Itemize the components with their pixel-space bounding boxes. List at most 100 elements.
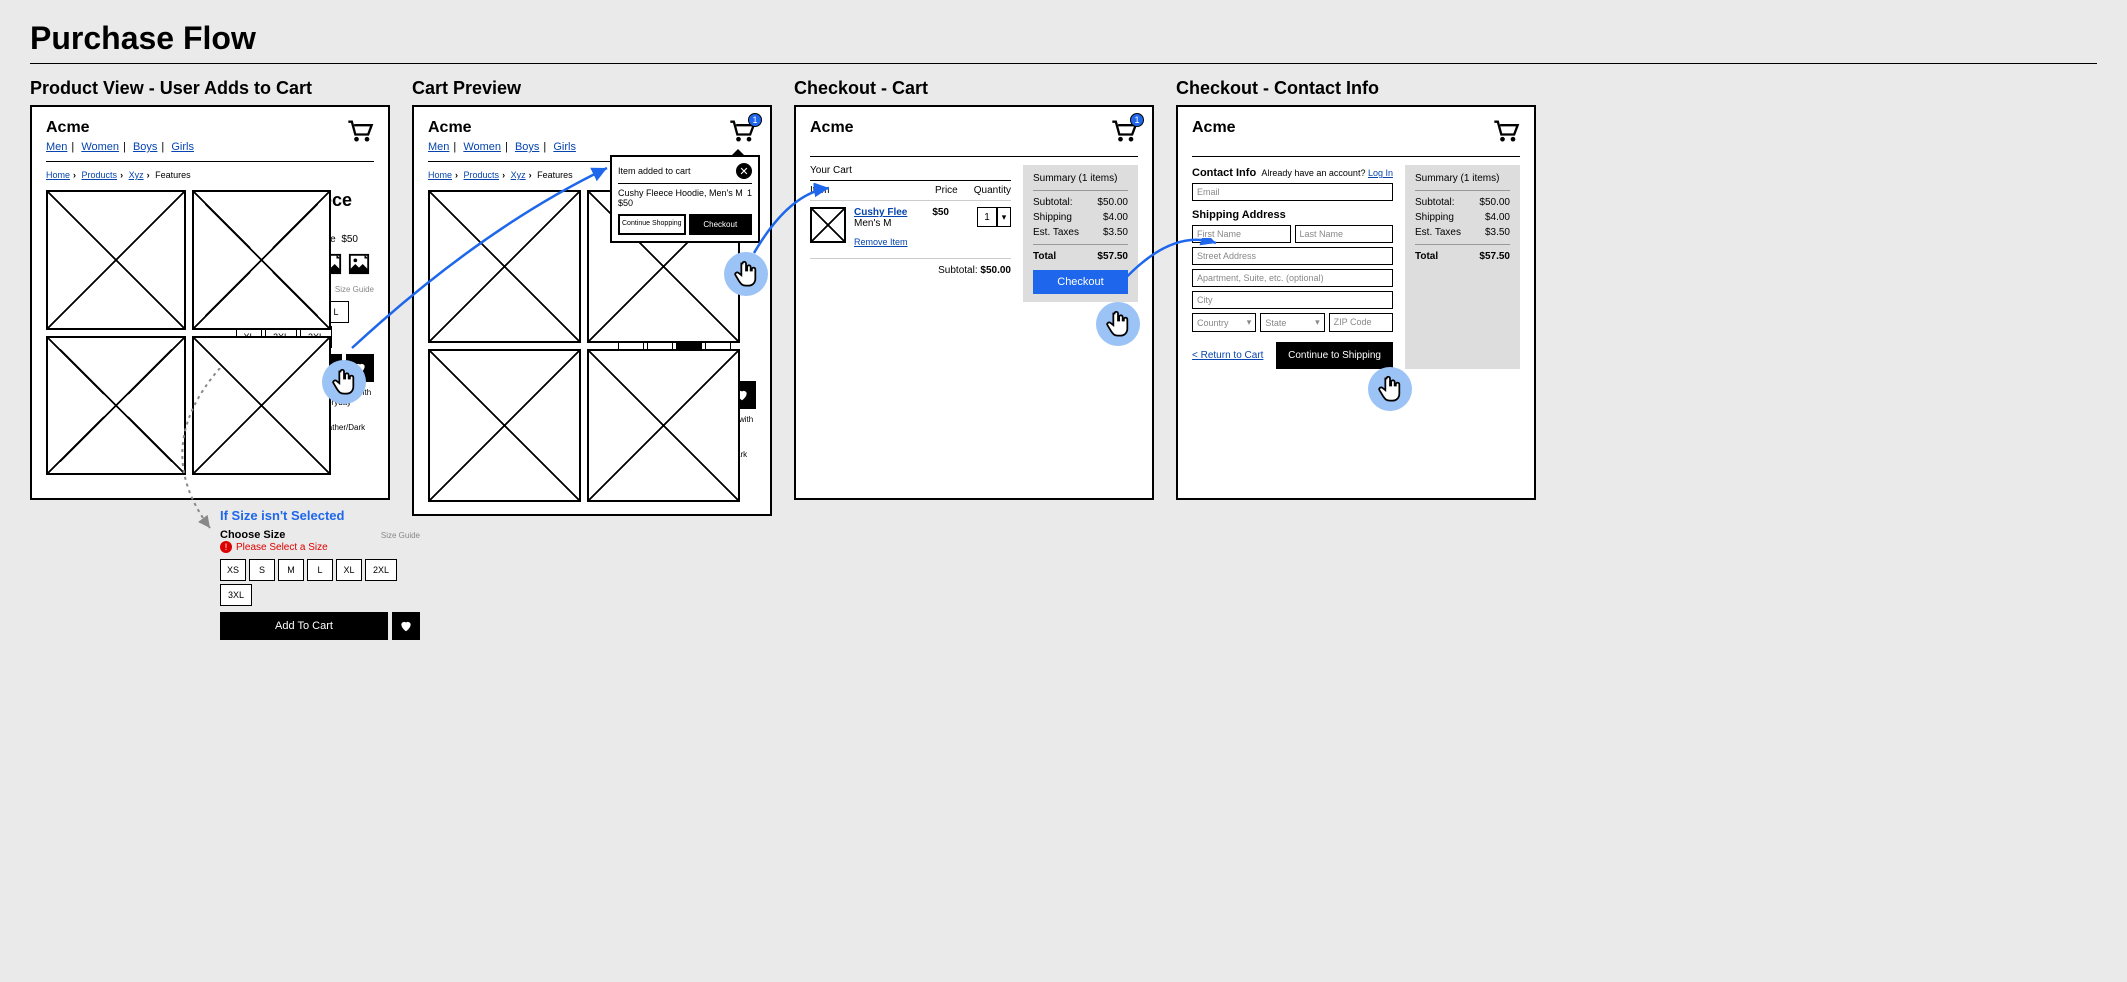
crumb-products[interactable]: Products — [82, 170, 118, 180]
continue-shipping-button[interactable]: Continue to Shipping — [1276, 342, 1393, 369]
popover-price: $50 — [618, 198, 752, 208]
shipping-label: Shipping Address — [1192, 209, 1393, 221]
size-2xl[interactable]: 2XL — [365, 559, 397, 581]
continue-shopping-button[interactable]: Continue Shopping — [618, 214, 686, 235]
contact-info-label: Contact Info — [1192, 167, 1256, 179]
hand-cursor-icon — [724, 252, 768, 296]
login-line: Already have an account? Log In — [1261, 168, 1393, 178]
heart-icon — [399, 619, 413, 633]
cart-popover: Item added to cart ✕ Cushy Fleece Hoodie… — [610, 155, 760, 243]
login-link[interactable]: Log In — [1368, 168, 1393, 178]
cart-item-link[interactable]: Cushy Flee — [854, 207, 907, 218]
image-placeholder[interactable] — [810, 207, 846, 243]
cart-icon[interactable]: 1 — [728, 119, 756, 148]
nav-girls[interactable]: Girls — [171, 141, 194, 153]
state-select[interactable]: State▾ — [1260, 313, 1324, 332]
zip-field[interactable]: ZIP Code — [1329, 313, 1393, 332]
nav-men[interactable]: Men — [428, 141, 449, 153]
brand: Acme — [810, 119, 854, 137]
hand-cursor-icon — [1096, 302, 1140, 346]
crumb-home[interactable]: Home — [46, 170, 70, 180]
nav: Men| Women| Boys| Girls — [46, 141, 194, 153]
image-placeholder[interactable] — [46, 190, 186, 330]
image-placeholder[interactable] — [46, 336, 186, 476]
panel1-title: Product View - User Adds to Cart — [30, 78, 390, 99]
street-field[interactable]: Street Address — [1192, 247, 1393, 265]
size-m[interactable]: M — [278, 559, 304, 581]
size-xs[interactable]: XS — [220, 559, 246, 581]
image-placeholder[interactable] — [428, 190, 581, 343]
error-msg: ! Please Select a Size — [220, 541, 420, 553]
image-placeholder[interactable] — [587, 349, 740, 502]
crumb-xyz[interactable]: Xyz — [129, 170, 144, 180]
quantity-input[interactable]: 1 — [977, 207, 997, 227]
cart-icon[interactable] — [1492, 119, 1520, 148]
page-title: Purchase Flow — [30, 20, 2097, 57]
image-placeholder[interactable] — [192, 336, 332, 476]
country-select[interactable]: Country▾ — [1192, 313, 1256, 332]
close-icon[interactable]: ✕ — [736, 163, 752, 179]
first-name-field[interactable]: First Name — [1192, 225, 1291, 243]
breadcrumb: Home› Products› Xyz› Features — [46, 170, 374, 180]
image-placeholder[interactable] — [192, 190, 332, 330]
last-name-field[interactable]: Last Name — [1295, 225, 1394, 243]
summary-title: Summary (1 items) — [1033, 173, 1128, 184]
size-xl[interactable]: XL — [336, 559, 362, 581]
email-field[interactable]: Email — [1192, 183, 1393, 201]
crumb-features: Features — [155, 170, 191, 180]
nav-boys[interactable]: Boys — [515, 141, 539, 153]
add-to-cart-button[interactable]: Add To Cart — [220, 612, 388, 640]
subtotal-label: Subtotal: — [938, 265, 977, 276]
cart-icon[interactable] — [346, 119, 374, 148]
subtotal-value: $50.00 — [980, 265, 1011, 276]
summary-box: Summary (1 items) Subtotal:$50.00 Shippi… — [1023, 165, 1138, 302]
crumb-xyz[interactable]: Xyz — [511, 170, 526, 180]
brand: Acme — [1192, 119, 1236, 137]
panel3-title: Checkout - Cart — [794, 78, 1154, 99]
apt-field[interactable]: Apartment, Suite, etc. (optional) — [1192, 269, 1393, 287]
chevron-down-icon: ▾ — [1247, 317, 1252, 328]
brand: Acme — [428, 119, 576, 137]
popover-qty: 1 — [747, 188, 752, 198]
cart-badge: 1 — [1130, 113, 1144, 127]
crumb-features: Features — [537, 170, 573, 180]
return-cart-link[interactable]: < Return to Cart — [1192, 350, 1263, 361]
size-3xl[interactable]: 3XL — [220, 584, 252, 606]
nav-boys[interactable]: Boys — [133, 141, 157, 153]
photo-icon[interactable] — [348, 253, 370, 275]
col-price: Price — [935, 185, 958, 196]
checkout-button[interactable]: Checkout — [1033, 270, 1128, 294]
size-guide[interactable]: Size Guide — [335, 285, 374, 294]
cart-icon[interactable]: 1 — [1110, 119, 1138, 148]
page-rule — [30, 63, 2097, 64]
checkout-button[interactable]: Checkout — [689, 214, 752, 235]
nav-women[interactable]: Women — [463, 141, 501, 153]
error-title: If Size isn't Selected — [220, 508, 420, 523]
chevron-down-icon[interactable]: ▾ — [997, 207, 1011, 227]
nav-girls[interactable]: Girls — [553, 141, 576, 153]
cart-title: Your Cart — [810, 165, 1011, 176]
popover-item: Cushy Fleece Hoodie, Men's M — [618, 188, 743, 198]
city-field[interactable]: City — [1192, 291, 1393, 309]
nav-women[interactable]: Women — [81, 141, 119, 153]
panel4-frame: Acme Contact Info Already have an accoun… — [1176, 105, 1536, 500]
size-s[interactable]: S — [249, 559, 275, 581]
summary-title: Summary (1 items) — [1415, 173, 1510, 184]
size-l[interactable]: L — [307, 559, 333, 581]
alert-icon: ! — [220, 541, 232, 553]
crumb-products[interactable]: Products — [464, 170, 500, 180]
cart-item-price: $50 — [932, 207, 949, 248]
nav-men[interactable]: Men — [46, 141, 67, 153]
chevron-down-icon: ▾ — [1315, 317, 1320, 328]
col-qty: Quantity — [974, 185, 1011, 196]
favorite-button[interactable] — [392, 612, 420, 640]
panel4-title: Checkout - Contact Info — [1176, 78, 1536, 99]
crumb-home[interactable]: Home — [428, 170, 452, 180]
remove-item-link[interactable]: Remove Item — [854, 237, 908, 247]
size-guide[interactable]: Size Guide — [381, 531, 420, 540]
brand: Acme — [46, 119, 194, 137]
image-placeholder[interactable] — [428, 349, 581, 502]
col-item: Item — [810, 185, 829, 196]
popover-title: Item added to cart — [618, 166, 691, 176]
cart-badge: 1 — [748, 113, 762, 127]
